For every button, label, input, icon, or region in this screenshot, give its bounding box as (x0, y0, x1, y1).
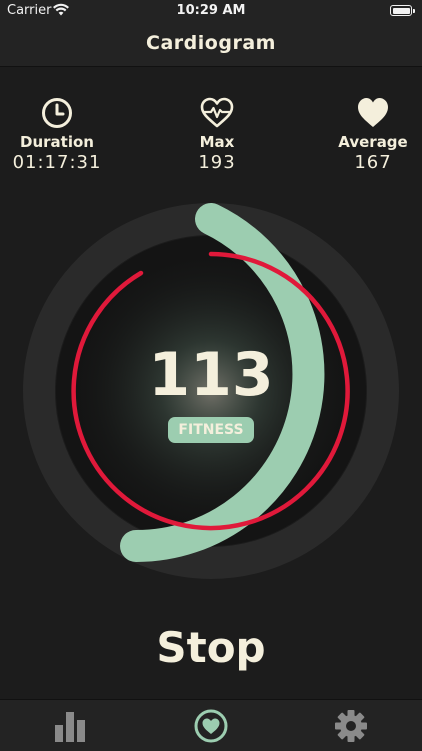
current-heart-rate: 113 (148, 340, 274, 410)
duration-stat: Duration 01:17:31 (2, 96, 112, 173)
average-label: Average (338, 133, 408, 151)
max-value: 193 (198, 152, 236, 173)
average-value: 167 (354, 152, 392, 173)
battery-icon (390, 5, 415, 16)
max-label: Max (199, 133, 235, 151)
heart-icon (358, 98, 388, 127)
zone-badge: FITNESS (168, 417, 254, 443)
tab-stats[interactable] (50, 706, 90, 746)
page-title: Cardiogram (146, 32, 276, 54)
duration-label: Duration (20, 133, 94, 151)
status-bar: Carrier 10:29 AM (0, 0, 422, 22)
stop-button[interactable]: Stop (111, 620, 311, 676)
tab-workout[interactable] (191, 706, 231, 746)
heartbeat-icon (200, 97, 234, 128)
navigation-bar: Cardiogram (0, 22, 422, 67)
average-stat: Average 167 (318, 96, 422, 173)
clock-icon (42, 98, 72, 128)
tab-bar (0, 699, 422, 751)
status-time: 10:29 AM (176, 3, 246, 18)
tab-settings[interactable] (331, 706, 371, 746)
heart-circle-icon (194, 709, 228, 743)
gear-icon (335, 710, 367, 742)
duration-value: 01:17:31 (12, 152, 102, 173)
bar-chart-icon (55, 712, 85, 742)
max-stat: Max 193 (162, 96, 272, 173)
